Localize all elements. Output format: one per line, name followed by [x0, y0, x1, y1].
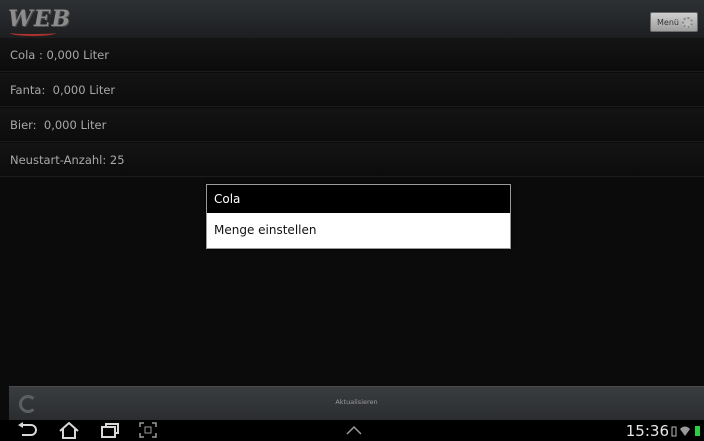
- menu-button[interactable]: Menü: [650, 12, 698, 32]
- back-icon[interactable]: [16, 422, 38, 438]
- context-menu-dialog: Cola Menge einstellen: [206, 184, 511, 249]
- list-item-label: Fanta: 0,000 Liter: [10, 82, 116, 97]
- clock: 15:36: [625, 421, 669, 440]
- menu-item-set-amount[interactable]: Menge einstellen: [207, 213, 510, 247]
- home-icon[interactable]: [58, 422, 80, 439]
- up-chevron-icon[interactable]: [346, 425, 362, 435]
- list-item-label: Bier: 0,000 Liter: [10, 117, 107, 132]
- list-item-label: Neustart-Anzahl: 25: [10, 152, 125, 167]
- list-item-cola[interactable]: Cola : 0,000 Liter: [0, 38, 704, 72]
- refresh-bar[interactable]: Aktualisieren: [9, 386, 704, 421]
- system-nav-bar: 15:36: [0, 420, 704, 441]
- list-item-label: Cola : 0,000 Liter: [10, 47, 109, 62]
- gear-icon: [682, 16, 693, 28]
- list-item-restart-count[interactable]: Neustart-Anzahl: 25: [0, 143, 704, 177]
- logo-swoosh: [10, 30, 56, 36]
- recent-apps-icon[interactable]: [100, 422, 120, 438]
- app-window: WEB Menü Cola : 0,000 Liter Fanta: 0,000…: [0, 0, 704, 421]
- dialog-title: Cola: [207, 185, 510, 213]
- wifi-icon: [680, 426, 690, 436]
- list-item-fanta[interactable]: Fanta: 0,000 Liter: [0, 73, 704, 107]
- screenshot-icon[interactable]: [139, 422, 157, 438]
- status-area: 15:36: [626, 420, 700, 441]
- action-bar: WEB Menü: [0, 0, 704, 39]
- refresh-label: Aktualisieren: [335, 398, 378, 406]
- list-item-bier[interactable]: Bier: 0,000 Liter: [0, 108, 704, 142]
- app-logo: WEB: [8, 6, 72, 32]
- menu-button-label: Menü: [657, 17, 679, 27]
- battery-icon: [695, 425, 700, 436]
- notification-icon: [671, 426, 677, 436]
